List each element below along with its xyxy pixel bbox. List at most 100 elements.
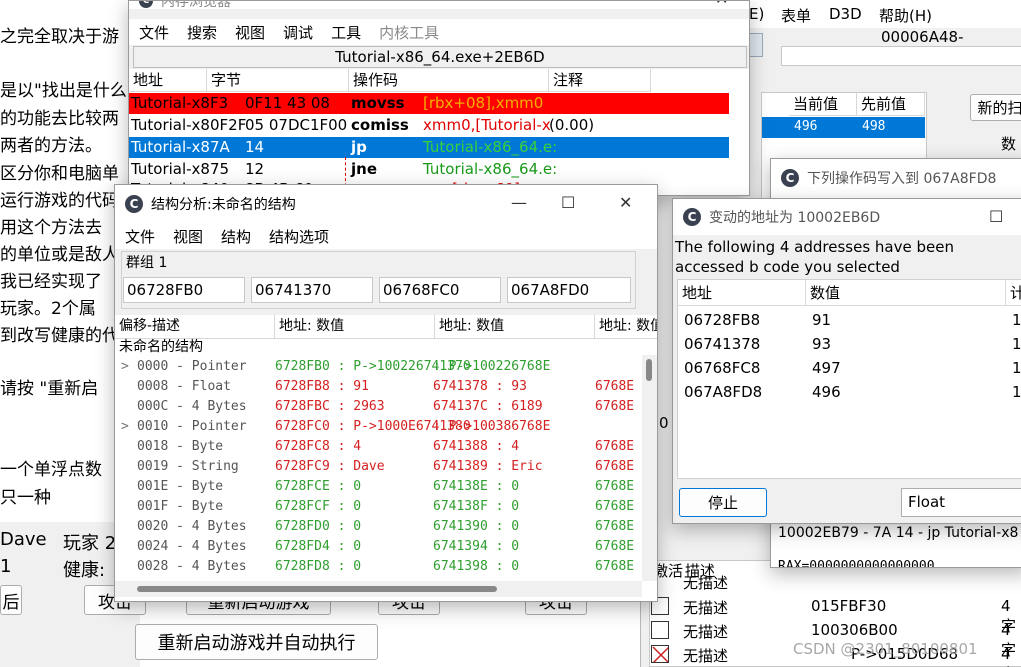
col-address-value-3[interactable]: 地址: 数值 [595,315,657,339]
tutorial-line: 的功能去比较两 [0,109,119,129]
previous-value: 498 [862,119,886,134]
struct-value-2: 6741398 : 0 [433,559,520,574]
disasm-view[interactable]: 地址 字节 操作码 注释 Tutorial-x8F3 0F11 43 08 mo… [129,69,749,195]
value-type-select[interactable]: Float [901,488,1021,517]
row-address: 015FBF30 [811,597,887,615]
tutorial-line: 是以"找出是什么 [0,81,127,101]
restart-auto-label: 重新启动游戏并自动执行 [157,633,356,654]
menu-debug[interactable]: 调试 [283,22,313,43]
disasm-row[interactable]: Tutorial-x80F2F 05 07DC1F00 comiss xmm0,… [129,115,749,136]
structure-tree[interactable]: 偏移-描述 地址: 数值 地址: 数值 地址: 数值 未命名的结构 >0000 … [115,315,657,601]
struct-row[interactable]: >0000 - Pointer 6728FB0 : P->100226741370… [115,357,642,377]
restart-auto-button[interactable]: 重新启动游戏并自动执行 [135,624,378,660]
scrollbar-horizontal[interactable] [115,581,642,597]
address-bar[interactable]: Tutorial-x86_64.exe+2EB6D [133,46,747,68]
menu-structure[interactable]: 结构 [221,226,251,247]
maximize-icon[interactable]: ☐ [561,193,575,212]
access-window-title: 变动的地址为 10002EB6D [709,210,881,226]
col-current[interactable]: 当前值 [789,93,857,116]
active-checkbox[interactable] [651,621,669,639]
col-count[interactable]: 计 [1006,280,1021,306]
struct-row[interactable]: 000C - 4 Bytes 6728FBC : 2963 674137C : 61… [115,397,642,417]
menu-search[interactable]: 搜索 [187,22,217,43]
struct-row[interactable]: 0018 - Byte 6728FC8 : 4 6741388 : 4 6768E [115,437,642,457]
col-previous[interactable]: 先前值 [857,93,925,116]
maximize-icon[interactable]: ☐ [989,207,1003,226]
struct-row[interactable]: 001F - Byte 6728FCF : 0 674138F : 0 6768E [115,497,642,517]
access-list[interactable]: 地址 数值 计 06728FB8 91 1 06741378 93 1 0676… [677,279,1021,479]
menu-edit[interactable]: E) [749,5,764,23]
col-opcode[interactable]: 操作码 [349,69,549,92]
scrollbar-vertical[interactable] [642,355,657,581]
struct-row[interactable]: 0019 - String 6728FC9 : Dave 6741389 : Eri… [115,457,642,477]
row-addr: Tutorial-x875 [131,160,230,178]
col-bytes[interactable]: 字节 [207,69,349,92]
col-address[interactable]: 地址 [678,280,806,306]
close-icon[interactable]: ✕ [619,193,632,212]
menu-file[interactable]: 文件 [125,226,155,247]
menu-help[interactable]: 帮助(H) [879,5,932,26]
struct-value-2: : P->100386768E [433,419,551,434]
menu-table[interactable]: 表单 [781,5,811,26]
col-address[interactable]: 地址 [129,69,207,92]
struct-row[interactable]: 0028 - 4 Bytes 6728FD8 : 0 6741398 : 0 6768… [115,557,642,577]
access-window: C 变动的地址为 10002EB6D ☐ The following 4 add… [672,198,1021,524]
access-row[interactable]: 06728FB8 91 1 [678,308,1021,332]
menu-view[interactable]: 视图 [235,22,265,43]
active-checkbox-checked[interactable] [651,645,669,663]
struct-value-3: 6768E [595,519,635,534]
menu-kernel-tools[interactable]: 内核工具 [379,22,439,43]
struct-value-3: 6768E [595,559,635,574]
side-digit: 0 [659,414,669,432]
menu-d3d[interactable]: D3D [829,5,862,23]
menu-structure-options[interactable]: 结构选项 [269,226,329,247]
col-comment[interactable]: 注释 [549,69,651,92]
access-row[interactable]: 06741378 93 1 [678,332,1021,356]
left-button[interactable]: 后 [0,585,22,615]
address-row[interactable]: 无描述 100306B00 4 字 [649,620,1021,659]
close-icon[interactable]: ✕ [715,1,728,8]
tutorial-line: 只一种 [0,488,51,508]
menu-file[interactable]: 文件 [139,22,169,43]
minimize-icon[interactable]: — [511,193,527,212]
struct-row[interactable]: 0020 - 4 Bytes 6728FD0 : 0 6741390 : 0 6768… [115,517,642,537]
disasm-row[interactable]: Tutorial-x8F3 0F11 43 08 movss [rbx+08],… [129,93,729,114]
struct-row[interactable]: 0008 - Float 6728FB8 : 91 6741378 : 93 6768… [115,377,642,397]
disasm-row[interactable]: Tutorial-x875 12 jne Tutorial-x86_64.e: [129,159,749,180]
menu-tools[interactable]: 工具 [331,22,361,43]
process-input[interactable] [781,46,1021,66]
scrollbar-thumb[interactable] [646,359,652,381]
access-row[interactable]: 067A8FD8 496 1 [678,380,1021,404]
col-address-value-1[interactable]: 地址: 数值 [275,315,435,339]
scan-result-row[interactable]: 496 498 [762,117,925,138]
struct-row[interactable]: 0024 - 4 Bytes 6728FD4 : 0 6741394 : 0 6768… [115,537,642,557]
address-field-2[interactable]: 06741370 [251,277,373,303]
col-value[interactable]: 数值 [806,280,1006,306]
scrollbar-h-thumb[interactable] [137,586,497,592]
struct-row[interactable]: >0010 - Pointer 6728FC0 : P->1000E6741380… [115,417,642,437]
structure-titlebar[interactable]: C 结构分析:未命名的结构 — ☐ ✕ [115,185,657,223]
process-icon[interactable] [749,33,763,57]
new-scan-button[interactable]: 新的扫 [970,94,1021,121]
address-row[interactable]: 无描述 015FBF30 4 字 [649,596,1021,635]
struct-offset-desc: 0010 - Pointer [137,419,247,434]
health-label: 健康: [63,560,106,581]
stop-button[interactable]: 停止 [679,488,767,517]
address-row[interactable]: 无描述 [649,572,1021,592]
disasm-row-selected[interactable]: Tutorial-x87A 14 jp Tutorial-x86_64.e: [129,137,729,158]
address-field-1[interactable]: 06728FB0 [123,277,245,303]
struct-value-3: 6768E [595,499,635,514]
row-args: Tutorial-x86_64.e: [423,138,558,156]
memory-viewer-titlebar[interactable]: C 内存浏览器 – ✕ [129,1,749,10]
struct-value-1: 6728FD4 : 0 [275,539,362,554]
access-row[interactable]: 06768FC8 497 1 [678,356,1021,380]
col-address-value-2[interactable]: 地址: 数值 [435,315,595,339]
access-window-titlebar[interactable]: C 变动的地址为 10002EB6D ☐ [673,199,1021,235]
struct-value-2: 674137C : 6189 [433,399,543,414]
struct-row[interactable]: 001E - Byte 6728FCE : 0 674138E : 0 6768E [115,477,642,497]
minimize-icon[interactable]: – [653,1,661,8]
menu-view[interactable]: 视图 [173,226,203,247]
address-field-4[interactable]: 067A8FD0 [507,277,631,303]
address-field-3[interactable]: 06768FC0 [379,277,501,303]
write-window-titlebar[interactable]: C 下列操作码写入到 067A8FD8 [771,159,1021,197]
